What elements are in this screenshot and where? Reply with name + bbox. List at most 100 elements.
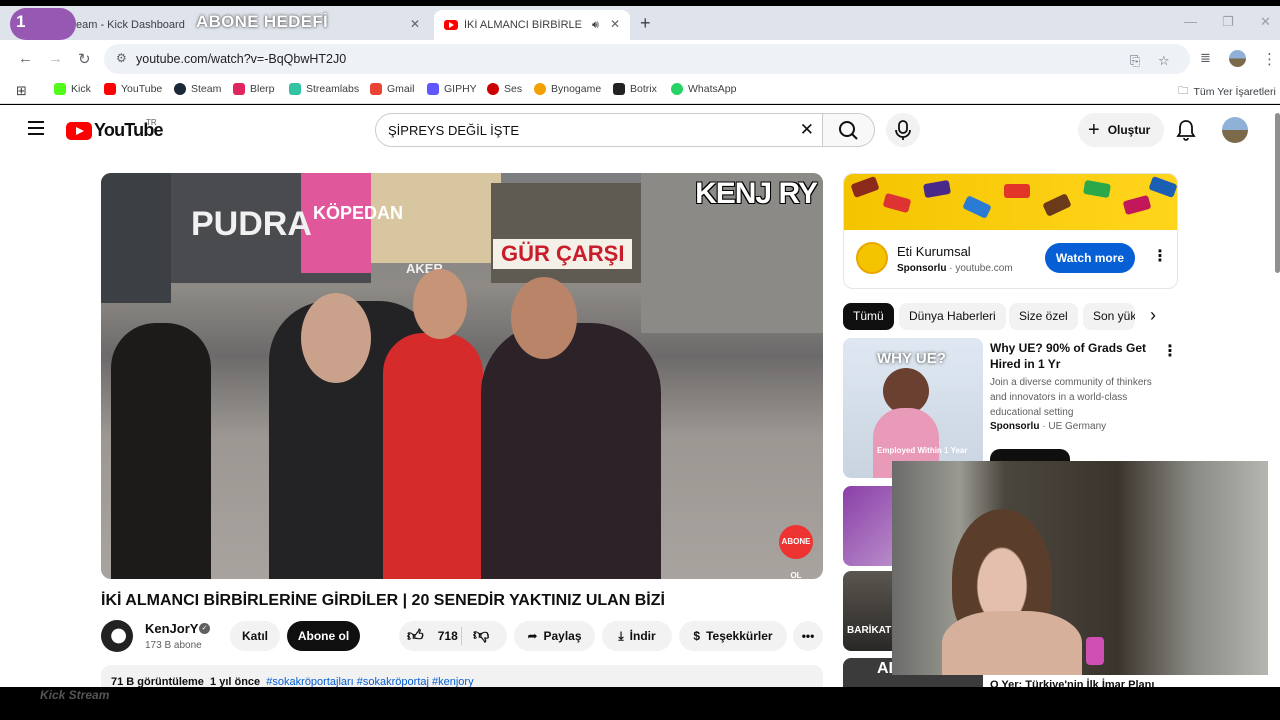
search-input[interactable]: ŞİPREYS DEĞİL İŞTE ✕ — [375, 113, 823, 147]
account-avatar[interactable] — [1222, 117, 1248, 143]
subscriber-count: 173 B abone — [145, 640, 202, 651]
bookmark-ses[interactable]: Ses — [487, 83, 522, 95]
more-actions-button[interactable]: ••• — [793, 621, 823, 651]
advertiser-name: Eti Kurumsal — [897, 244, 971, 259]
notifications-bell-icon[interactable] — [1176, 119, 1196, 141]
whatsapp-icon — [671, 83, 683, 95]
subscribe-button[interactable]: Abone ol — [287, 621, 360, 651]
rec-title[interactable]: Why UE? 90% of Grads Get Hired in 1 Yr — [990, 340, 1160, 372]
candy — [850, 175, 880, 199]
audio-playing-icon[interactable]: 🔊︎ — [592, 19, 599, 32]
verified-check-icon: ✓ — [199, 623, 210, 634]
profile-avatar[interactable] — [1229, 50, 1246, 67]
description-box[interactable]: 71 B görüntüleme 1 yıl önce #sokakröport… — [101, 665, 823, 687]
bookmark-steam[interactable]: Steam — [174, 83, 221, 95]
bookmark-youtube[interactable]: YouTube — [104, 83, 162, 95]
building — [101, 173, 171, 303]
dislike-icon[interactable]: 👎︎ — [473, 626, 489, 645]
tab-youtube-video[interactable]: İKİ ALMANCI BİRBİRLERİNE 🔊︎ ✕ — [434, 10, 630, 40]
person — [481, 323, 661, 579]
tab-title: eam - Kick Dashboard — [76, 19, 185, 31]
candy — [962, 195, 992, 219]
reload-icon[interactable]: ↻ — [78, 50, 91, 68]
media-control-icon[interactable]: ≣ — [1200, 50, 1211, 66]
url-text: youtube.com/watch?v=-BqQbwHT2J0 — [136, 52, 347, 66]
close-icon[interactable]: ✕ — [410, 17, 420, 31]
search-value: ŞİPREYS DEĞİL İŞTE — [388, 123, 520, 138]
download-button[interactable]: ⤓ İndir — [602, 621, 672, 651]
minimize-icon[interactable]: — — [1184, 14, 1197, 29]
overlay-title: ABONE HEDEFİ — [196, 12, 329, 31]
youtube-logo[interactable]: YouTube TR — [66, 118, 164, 141]
ad-banner — [844, 174, 1177, 230]
lamp — [1086, 637, 1104, 665]
video-player[interactable]: PUDRA KÖPEDAN AKER GÜR ÇARŞI KENJ RY ABO… — [101, 173, 823, 579]
forward-icon[interactable]: → — [48, 50, 63, 67]
install-icon[interactable]: ⎘ — [1130, 53, 1140, 69]
back-icon[interactable]: ← — [18, 50, 33, 67]
sponsored-ad-card[interactable]: Eti Kurumsal Sponsorlu · youtube.com Wat… — [843, 173, 1178, 289]
site-info-icon[interactable]: ⚙ — [116, 51, 127, 65]
watch-more-button[interactable]: Watch more — [1045, 243, 1135, 273]
chevron-right-icon[interactable]: › — [1150, 305, 1156, 326]
webcam-overlay — [892, 461, 1268, 675]
bookmark-whatsapp[interactable]: WhatsApp — [671, 83, 736, 95]
microphone-icon — [895, 120, 911, 140]
sign-gur-carsi: GÜR ÇARŞI — [493, 239, 633, 269]
address-bar[interactable]: ⚙ youtube.com/watch?v=-BqQbwHT2J0 ⎘ ☆ — [104, 44, 1190, 74]
candy — [1082, 179, 1112, 199]
rec-description: Join a diverse community of thinkers and… — [990, 377, 1152, 418]
menu-kebab-icon[interactable]: ⋮ — [1262, 50, 1277, 68]
new-tab-icon[interactable]: + — [640, 13, 651, 34]
restore-icon[interactable]: ❐ — [1222, 14, 1234, 30]
chip-recent[interactable]: Son yük — [1083, 303, 1135, 330]
bookmark-star-icon[interactable]: ☆ — [1158, 53, 1170, 69]
channel-name[interactable]: KenJorY — [145, 621, 198, 636]
thanks-button[interactable]: $ Teşekkürler — [679, 621, 787, 651]
hashtags[interactable]: #sokakröportajları #sokakröportaj #kenjo… — [266, 676, 473, 687]
bookmark-kick[interactable]: Kick — [54, 83, 91, 95]
giphy-icon — [427, 83, 439, 95]
folder-icon: 🗀︎ — [1178, 85, 1189, 97]
steam-icon — [174, 83, 186, 95]
bookmark-gmail[interactable]: Gmail — [370, 83, 414, 95]
candy — [882, 192, 912, 214]
close-icon[interactable]: ✕ — [610, 17, 620, 31]
menu-hamburger-icon[interactable] — [28, 121, 44, 139]
rec-menu-icon[interactable]: ⋮ — [1162, 341, 1178, 361]
search-button[interactable] — [823, 113, 875, 147]
share-button[interactable]: ➦ Paylaş — [514, 621, 595, 651]
chip-world-news[interactable]: Dünya Haberleri — [899, 303, 1006, 330]
kick-icon — [54, 83, 66, 95]
ad-menu-icon[interactable]: ⋮ — [1152, 246, 1168, 266]
chip-for-you[interactable]: Size özel — [1009, 303, 1078, 330]
rec-thumbnail[interactable]: WHY UE? Employed Within 1 Year — [843, 338, 983, 478]
ses-icon — [487, 83, 499, 95]
botrix-icon — [613, 83, 625, 95]
create-button[interactable]: + Oluştur — [1078, 113, 1164, 147]
clear-search-icon[interactable]: ✕ — [800, 120, 814, 140]
channel-avatar[interactable] — [101, 620, 133, 652]
bookmark-giphy[interactable]: GIPHY — [427, 83, 477, 95]
youtube-favicon-icon — [444, 20, 458, 30]
window-close-icon[interactable]: ✕ — [1260, 14, 1271, 30]
person — [111, 323, 211, 579]
plus-icon: + — [1088, 118, 1100, 141]
download-icon: ⤓ — [618, 628, 624, 643]
bookmark-botrix[interactable]: Botrix — [613, 83, 657, 95]
bookmark-blerp[interactable]: Blerp — [233, 83, 275, 95]
bookmark-bynogame[interactable]: Bynogame — [534, 83, 601, 95]
chip-all[interactable]: Tümü — [843, 303, 894, 330]
voice-search-button[interactable] — [886, 113, 920, 147]
gmail-icon — [370, 83, 382, 95]
page-scrollbar[interactable] — [1275, 113, 1280, 273]
bookmark-streamlabs[interactable]: Streamlabs — [289, 83, 359, 95]
bynogame-icon — [534, 83, 546, 95]
join-button[interactable]: Katıl — [230, 621, 280, 651]
like-icon[interactable]: 👍︎ — [407, 627, 424, 646]
apps-grid-icon[interactable]: ⊞ — [16, 83, 27, 99]
rec-title-partial[interactable]: O Yer: Türkiye'nin İlk İmar Planı — [990, 679, 1154, 687]
all-bookmarks[interactable]: 🗀︎ Tüm Yer İşaretleri — [1178, 83, 1276, 101]
rec-meta: Sponsorlu · UE Germany — [990, 421, 1107, 432]
like-dislike-group: 👍︎ 718 👎︎ — [399, 621, 507, 651]
